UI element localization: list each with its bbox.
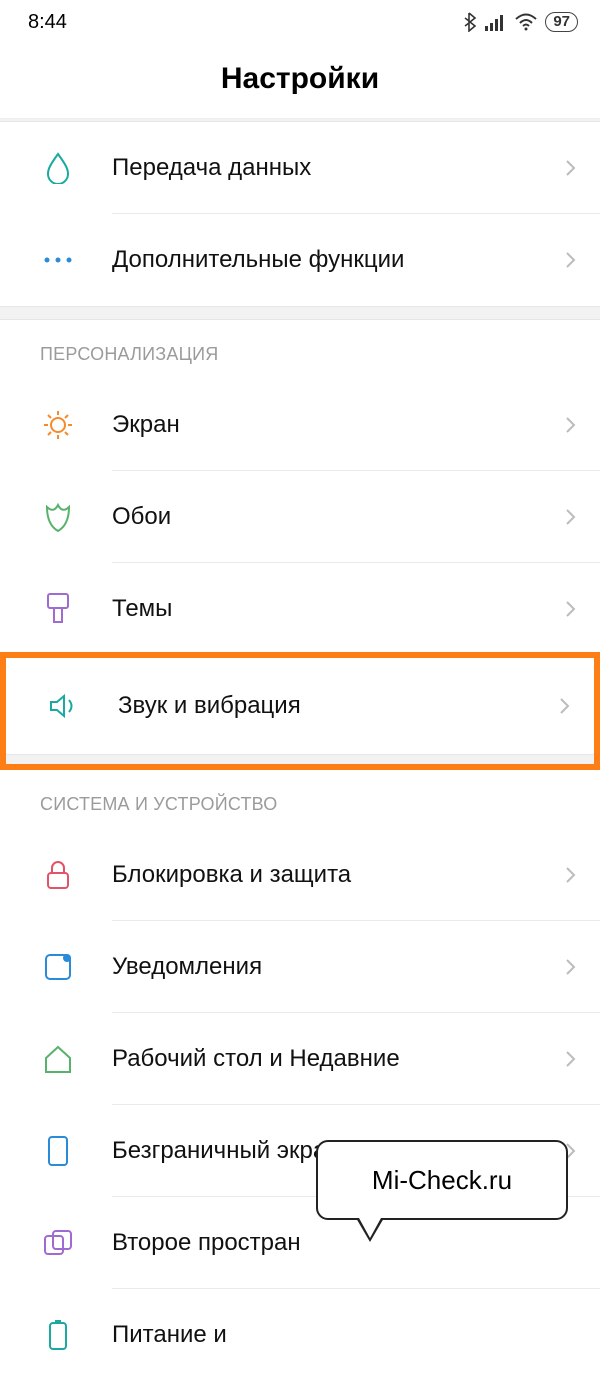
lock-icon (40, 857, 76, 893)
more-icon (40, 242, 76, 278)
row-label: Темы (112, 595, 562, 623)
row-label: Уведомления (112, 953, 562, 981)
chevron-right-icon (562, 416, 580, 434)
chevron-right-icon (562, 251, 580, 269)
row-lock-security[interactable]: Блокировка и защита (0, 829, 600, 921)
status-bar: 8:44 97 (0, 0, 600, 44)
spaces-icon (40, 1225, 76, 1261)
row-display[interactable]: Экран (0, 379, 600, 471)
row-label: Звук и вибрация (118, 692, 556, 720)
watermark-text: Mi-Check.ru (372, 1165, 512, 1196)
row-label: Передача данных (112, 154, 562, 182)
droplet-icon (40, 150, 76, 186)
row-notifications[interactable]: Уведомления (0, 921, 600, 1013)
brush-icon (40, 591, 76, 627)
row-wallpaper[interactable]: Обои (0, 471, 600, 563)
home-icon (40, 1041, 76, 1077)
signal-icon (485, 13, 507, 31)
sound-icon (46, 688, 82, 724)
battery-indicator: 97 (545, 12, 578, 32)
sun-icon (40, 407, 76, 443)
fullscreen-icon (40, 1133, 76, 1169)
battery-icon (40, 1317, 76, 1353)
section-header-system: СИСТЕМА И УСТРОЙСТВО (0, 770, 600, 829)
highlight-box: Звук и вибрация (0, 652, 600, 770)
row-more-features[interactable]: Дополнительные функции (0, 214, 600, 306)
row-home-recents[interactable]: Рабочий стол и Недавние (0, 1013, 600, 1105)
row-battery[interactable]: Питание и (0, 1289, 600, 1381)
status-time: 8:44 (28, 11, 67, 34)
chevron-right-icon (562, 600, 580, 618)
chevron-right-icon (562, 958, 580, 976)
row-data-usage[interactable]: Передача данных (0, 122, 600, 214)
row-themes[interactable]: Темы (0, 563, 600, 655)
bluetooth-icon (463, 12, 477, 32)
chevron-right-icon (562, 1050, 580, 1068)
chevron-right-icon (562, 508, 580, 526)
row-label: Обои (112, 503, 562, 531)
notification-icon (40, 949, 76, 985)
row-label: Блокировка и защита (112, 861, 562, 889)
chevron-right-icon (562, 866, 580, 884)
watermark-callout: Mi-Check.ru (316, 1140, 568, 1220)
row-label: Рабочий стол и Недавние (112, 1045, 562, 1073)
chevron-right-icon (562, 159, 580, 177)
chevron-right-icon (556, 697, 574, 715)
wifi-icon (515, 13, 537, 31)
row-label: Дополнительные функции (112, 246, 562, 274)
row-label: Питание и (112, 1321, 580, 1349)
status-icons: 97 (463, 12, 578, 32)
flower-icon (40, 499, 76, 535)
page-title: Настройки (0, 44, 600, 118)
section-header-personalization: ПЕРСОНАЛИЗАЦИЯ (0, 320, 600, 379)
row-label: Экран (112, 411, 562, 439)
row-sound-vibration[interactable]: Звук и вибрация (6, 658, 594, 754)
row-label: Второе простран (112, 1229, 580, 1257)
